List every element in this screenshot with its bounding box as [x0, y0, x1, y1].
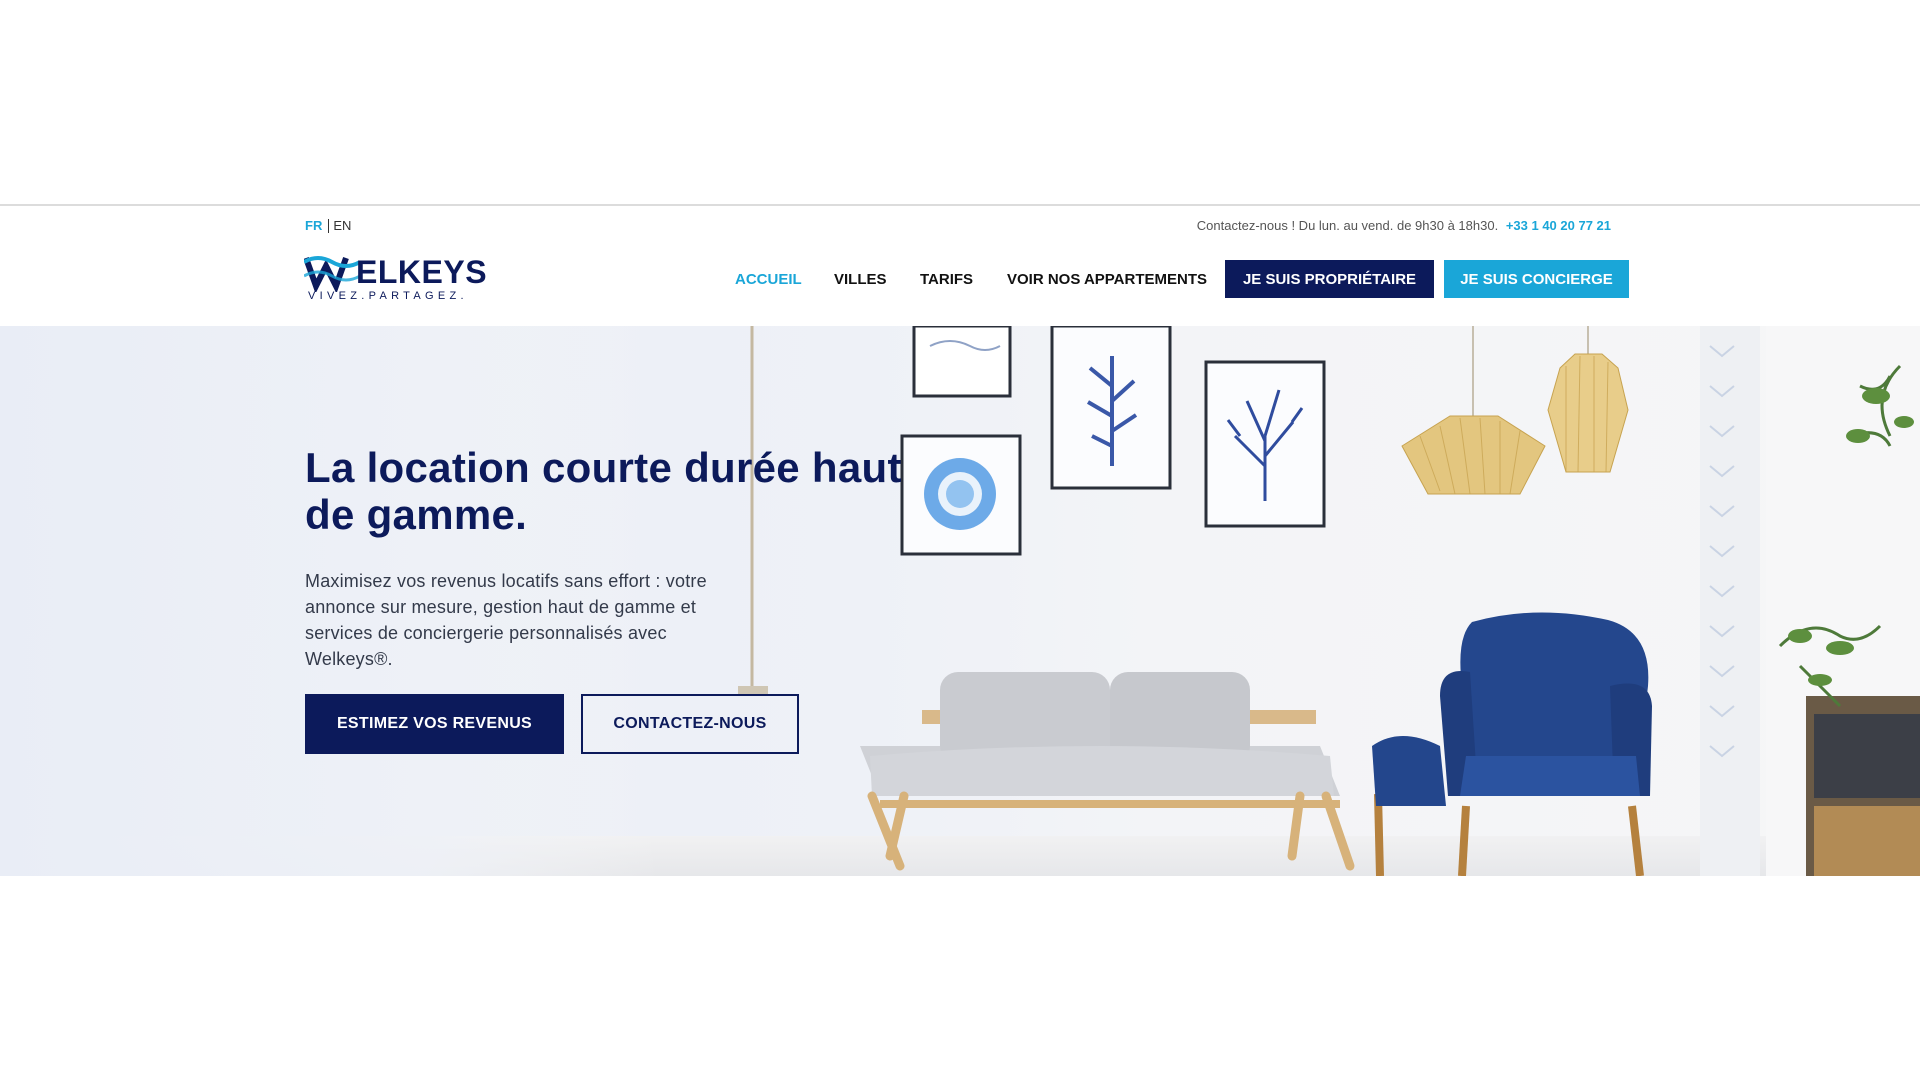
logo-wordmark: ELKEYS [356, 254, 488, 290]
hero-title: La location courte durée haut de gamme. [305, 444, 902, 538]
language-switcher: FR EN [305, 218, 351, 233]
estimate-revenue-button[interactable]: ESTIMEZ VOS REVENUS [305, 694, 564, 754]
site-header: FR EN Contactez-nous ! Du lun. au vend. … [0, 206, 1920, 326]
nav-label-tarifs: TARIFS [920, 270, 974, 288]
lang-fr-link[interactable]: FR [305, 218, 322, 233]
owner-button[interactable]: JE SUIS PROPRIÉTAIRE [1225, 260, 1434, 298]
lang-en-link[interactable]: EN [333, 218, 351, 233]
nav-label-villes: VILLES [834, 270, 887, 288]
nav-label-appartements: VOIR NOS APPARTEMENTS [1007, 270, 1208, 288]
nav-label-accueil: ACCUEIL [735, 270, 802, 288]
welkeys-logo[interactable]: ELKEYS VIVEZ.PARTAGEZ. [304, 252, 487, 308]
contact-hours-text: Contactez-nous ! Du lun. au vend. de 9h3… [1196, 218, 1499, 233]
nav-item-appartements[interactable]: VOIR NOS APPARTEMENTS [1007, 260, 1207, 298]
lang-separator [328, 218, 330, 233]
logo-w-mark-icon [304, 256, 361, 292]
nav-item-villes[interactable]: VILLES [834, 260, 887, 298]
living-room-hero-image [0, 326, 1920, 876]
nav-item-accueil[interactable]: ACCUEIL [735, 260, 802, 298]
hero-description: Maximisez vos revenus locatifs sans effo… [305, 571, 707, 669]
logo-tagline: VIVEZ.PARTAGEZ. [308, 290, 468, 302]
hero-section: La location courte durée haut de gamme. … [0, 326, 1920, 876]
contact-phone-link[interactable]: +33 1 40 20 77 21 [1506, 218, 1611, 233]
concierge-button[interactable]: JE SUIS CONCIERGE [1444, 260, 1629, 298]
contact-info: Contactez-nous ! Du lun. au vend. de 9h3… [1197, 218, 1611, 233]
nav-item-tarifs[interactable]: TARIFS [920, 260, 973, 298]
contact-us-button[interactable]: CONTACTEZ-NOUS [581, 694, 799, 754]
